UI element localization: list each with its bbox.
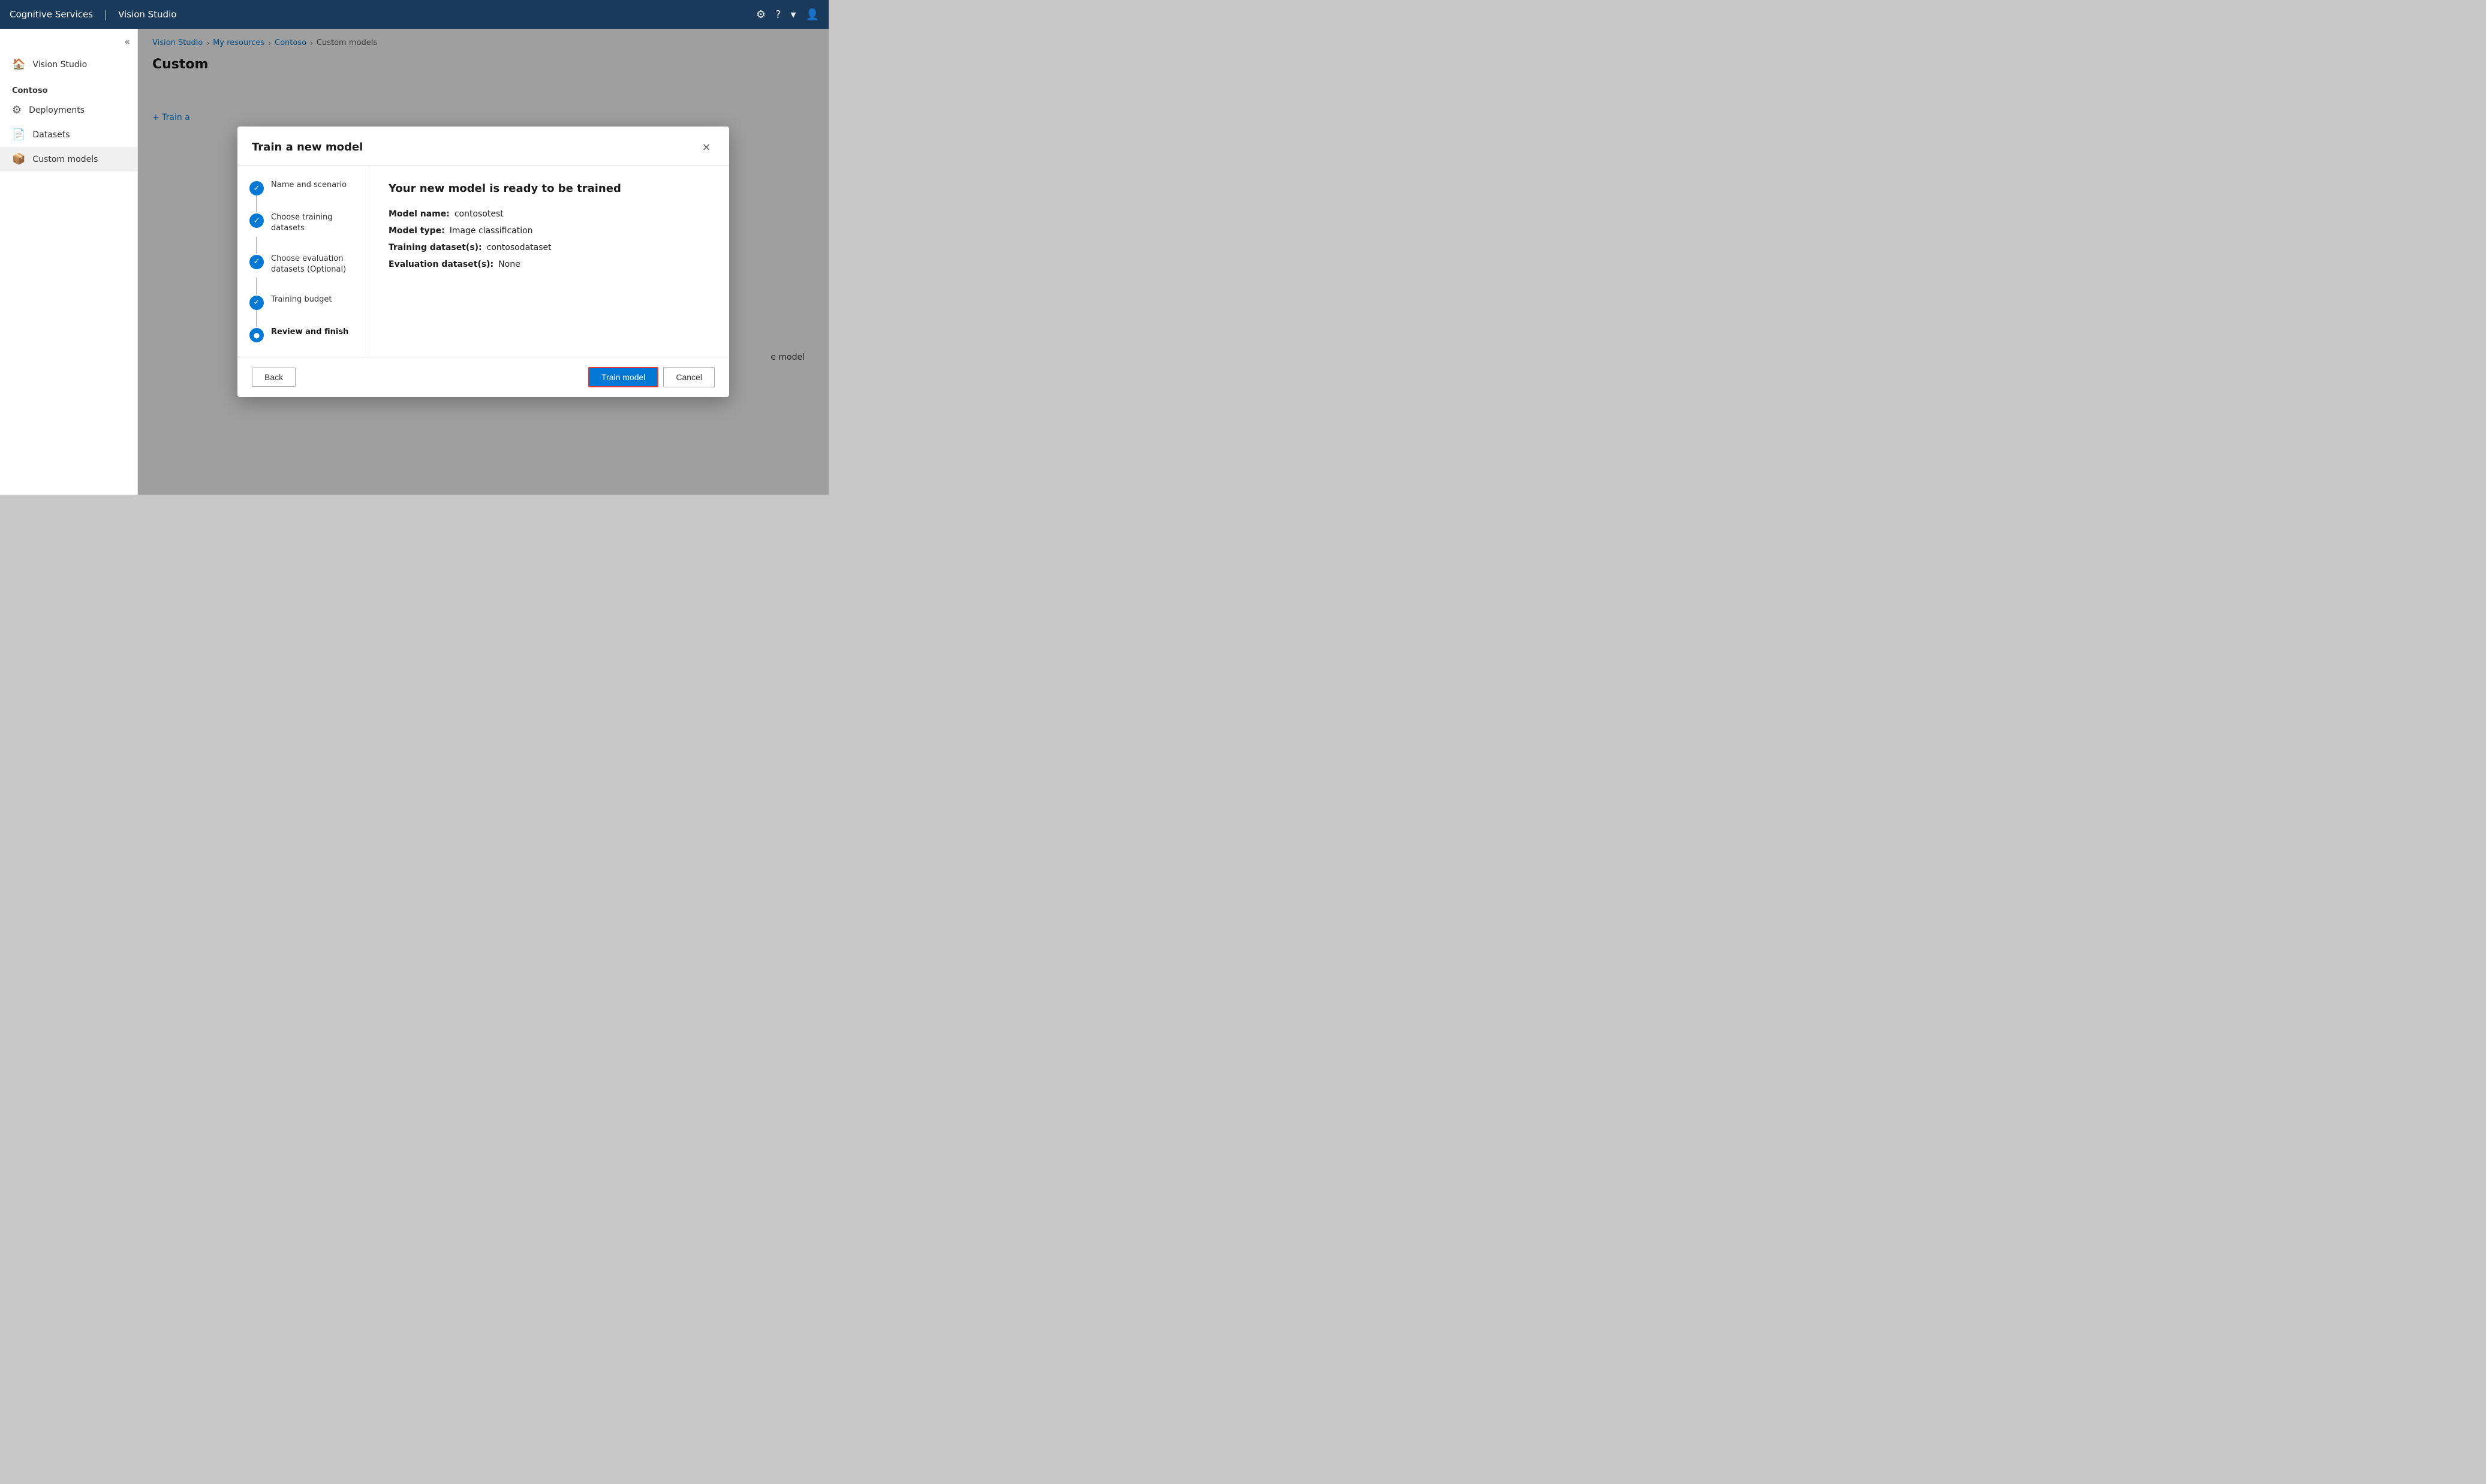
cancel-button[interactable]: Cancel xyxy=(663,367,715,387)
review-row-evaluation-dataset: Evaluation dataset(s): None xyxy=(389,260,710,269)
review-label-training-dataset: Training dataset(s): xyxy=(389,243,482,252)
wizard-step-2-wrapper: ✓ Choose training datasets xyxy=(249,212,357,253)
app-brand: Cognitive Services | Vision Studio xyxy=(10,8,176,21)
settings-icon[interactable]: ⚙ xyxy=(756,8,766,21)
modal-close-button[interactable]: × xyxy=(698,139,715,155)
home-icon: 🏠 xyxy=(12,58,25,71)
review-row-training-dataset: Training dataset(s): contosodataset xyxy=(389,243,710,252)
wizard-connector-4 xyxy=(256,310,257,327)
wizard-connector-3 xyxy=(256,278,257,294)
custom-models-icon: 📦 xyxy=(12,153,25,165)
review-label-model-type: Model type: xyxy=(389,226,445,236)
wizard-step-5: ● Review and finish xyxy=(249,327,357,342)
review-title: Your new model is ready to be trained xyxy=(389,182,710,195)
wizard-step-2-icon: ✓ xyxy=(249,213,264,228)
sidebar-collapse-btn[interactable]: « xyxy=(0,36,137,52)
sidebar-item-vision-studio[interactable]: 🏠 Vision Studio xyxy=(0,52,137,77)
wizard-step-1-icon: ✓ xyxy=(249,181,264,195)
wizard-step-5-label: Review and finish xyxy=(271,327,348,340)
review-value-model-name: contosotest xyxy=(455,209,504,219)
brand-text: Cognitive Services xyxy=(10,9,93,20)
train-model-button[interactable]: Train model xyxy=(588,367,658,387)
wizard-step-4: ✓ Training budget xyxy=(249,294,357,310)
sidebar-item-custom-models[interactable]: 📦 Custom models xyxy=(0,147,137,171)
review-value-evaluation-dataset: None xyxy=(498,260,520,269)
caret-icon[interactable]: ▾ xyxy=(791,8,796,21)
wizard-step-4-icon: ✓ xyxy=(249,296,264,310)
sidebar-label-datasets: Datasets xyxy=(32,130,70,140)
wizard-step-1-label: Name and scenario xyxy=(271,180,347,193)
modal-footer: Back Train model Cancel xyxy=(237,357,729,397)
nav-separator: | xyxy=(104,8,107,21)
sidebar-item-datasets[interactable]: 📄 Datasets xyxy=(0,122,137,147)
account-icon[interactable]: 👤 xyxy=(806,8,819,21)
sidebar-section-title: Contoso xyxy=(0,77,137,98)
main-layout: « 🏠 Vision Studio Contoso ⚙ Deployments … xyxy=(0,29,829,495)
modal-overlay: Train a new model × ✓ Name and scenario xyxy=(138,29,829,495)
wizard-step-5-icon: ● xyxy=(249,328,264,342)
wizard-connector-1 xyxy=(256,195,257,212)
review-label-evaluation-dataset: Evaluation dataset(s): xyxy=(389,260,493,269)
sidebar-label-custom-models: Custom models xyxy=(32,155,98,164)
sidebar-item-deployments[interactable]: ⚙ Deployments xyxy=(0,98,137,122)
sidebar-label-deployments: Deployments xyxy=(29,106,85,115)
footer-left: Back xyxy=(252,368,296,387)
review-value-model-type: Image classification xyxy=(450,226,533,236)
review-row-model-name: Model name: contosotest xyxy=(389,209,710,219)
wizard-step-5-wrapper: ● Review and finish xyxy=(249,327,357,342)
wizard-step-3: ✓ Choose evaluation datasets (Optional) xyxy=(249,254,357,278)
review-label-model-name: Model name: xyxy=(389,209,450,219)
wizard-steps-panel: ✓ Name and scenario ✓ Choose training da… xyxy=(237,165,369,357)
wizard-connector-2 xyxy=(256,237,257,254)
deployments-icon: ⚙ xyxy=(12,104,22,116)
train-model-modal: Train a new model × ✓ Name and scenario xyxy=(237,127,729,397)
review-row-model-type: Model type: Image classification xyxy=(389,226,710,236)
datasets-icon: 📄 xyxy=(12,128,25,141)
wizard-step-4-wrapper: ✓ Training budget xyxy=(249,294,357,327)
modal-header: Train a new model × xyxy=(237,127,729,165)
modal-body: ✓ Name and scenario ✓ Choose training da… xyxy=(237,165,729,357)
wizard-step-4-label: Training budget xyxy=(271,294,332,308)
wizard-step-2-label: Choose training datasets xyxy=(271,212,357,236)
collapse-icon[interactable]: « xyxy=(124,36,130,47)
wizard-step-2: ✓ Choose training datasets xyxy=(249,212,357,236)
wizard-step-3-label: Choose evaluation datasets (Optional) xyxy=(271,254,357,278)
review-value-training-dataset: contosodataset xyxy=(487,243,552,252)
product-text: Vision Studio xyxy=(118,9,176,20)
help-icon[interactable]: ? xyxy=(775,8,781,21)
top-nav-icons: ⚙ ? ▾ 👤 xyxy=(756,8,819,21)
sidebar-label-vision-studio: Vision Studio xyxy=(32,60,87,70)
footer-right: Train model Cancel xyxy=(588,367,715,387)
modal-content-panel: Your new model is ready to be trained Mo… xyxy=(369,165,729,357)
content-area: Vision Studio › My resources › Contoso ›… xyxy=(138,29,829,495)
wizard-step-3-icon: ✓ xyxy=(249,255,264,269)
wizard-step-1-wrapper: ✓ Name and scenario xyxy=(249,180,357,212)
back-button[interactable]: Back xyxy=(252,368,296,387)
wizard-step-1: ✓ Name and scenario xyxy=(249,180,357,195)
wizard-step-3-wrapper: ✓ Choose evaluation datasets (Optional) xyxy=(249,254,357,294)
modal-title: Train a new model xyxy=(252,141,363,153)
top-nav: Cognitive Services | Vision Studio ⚙ ? ▾… xyxy=(0,0,829,29)
sidebar: « 🏠 Vision Studio Contoso ⚙ Deployments … xyxy=(0,29,138,495)
